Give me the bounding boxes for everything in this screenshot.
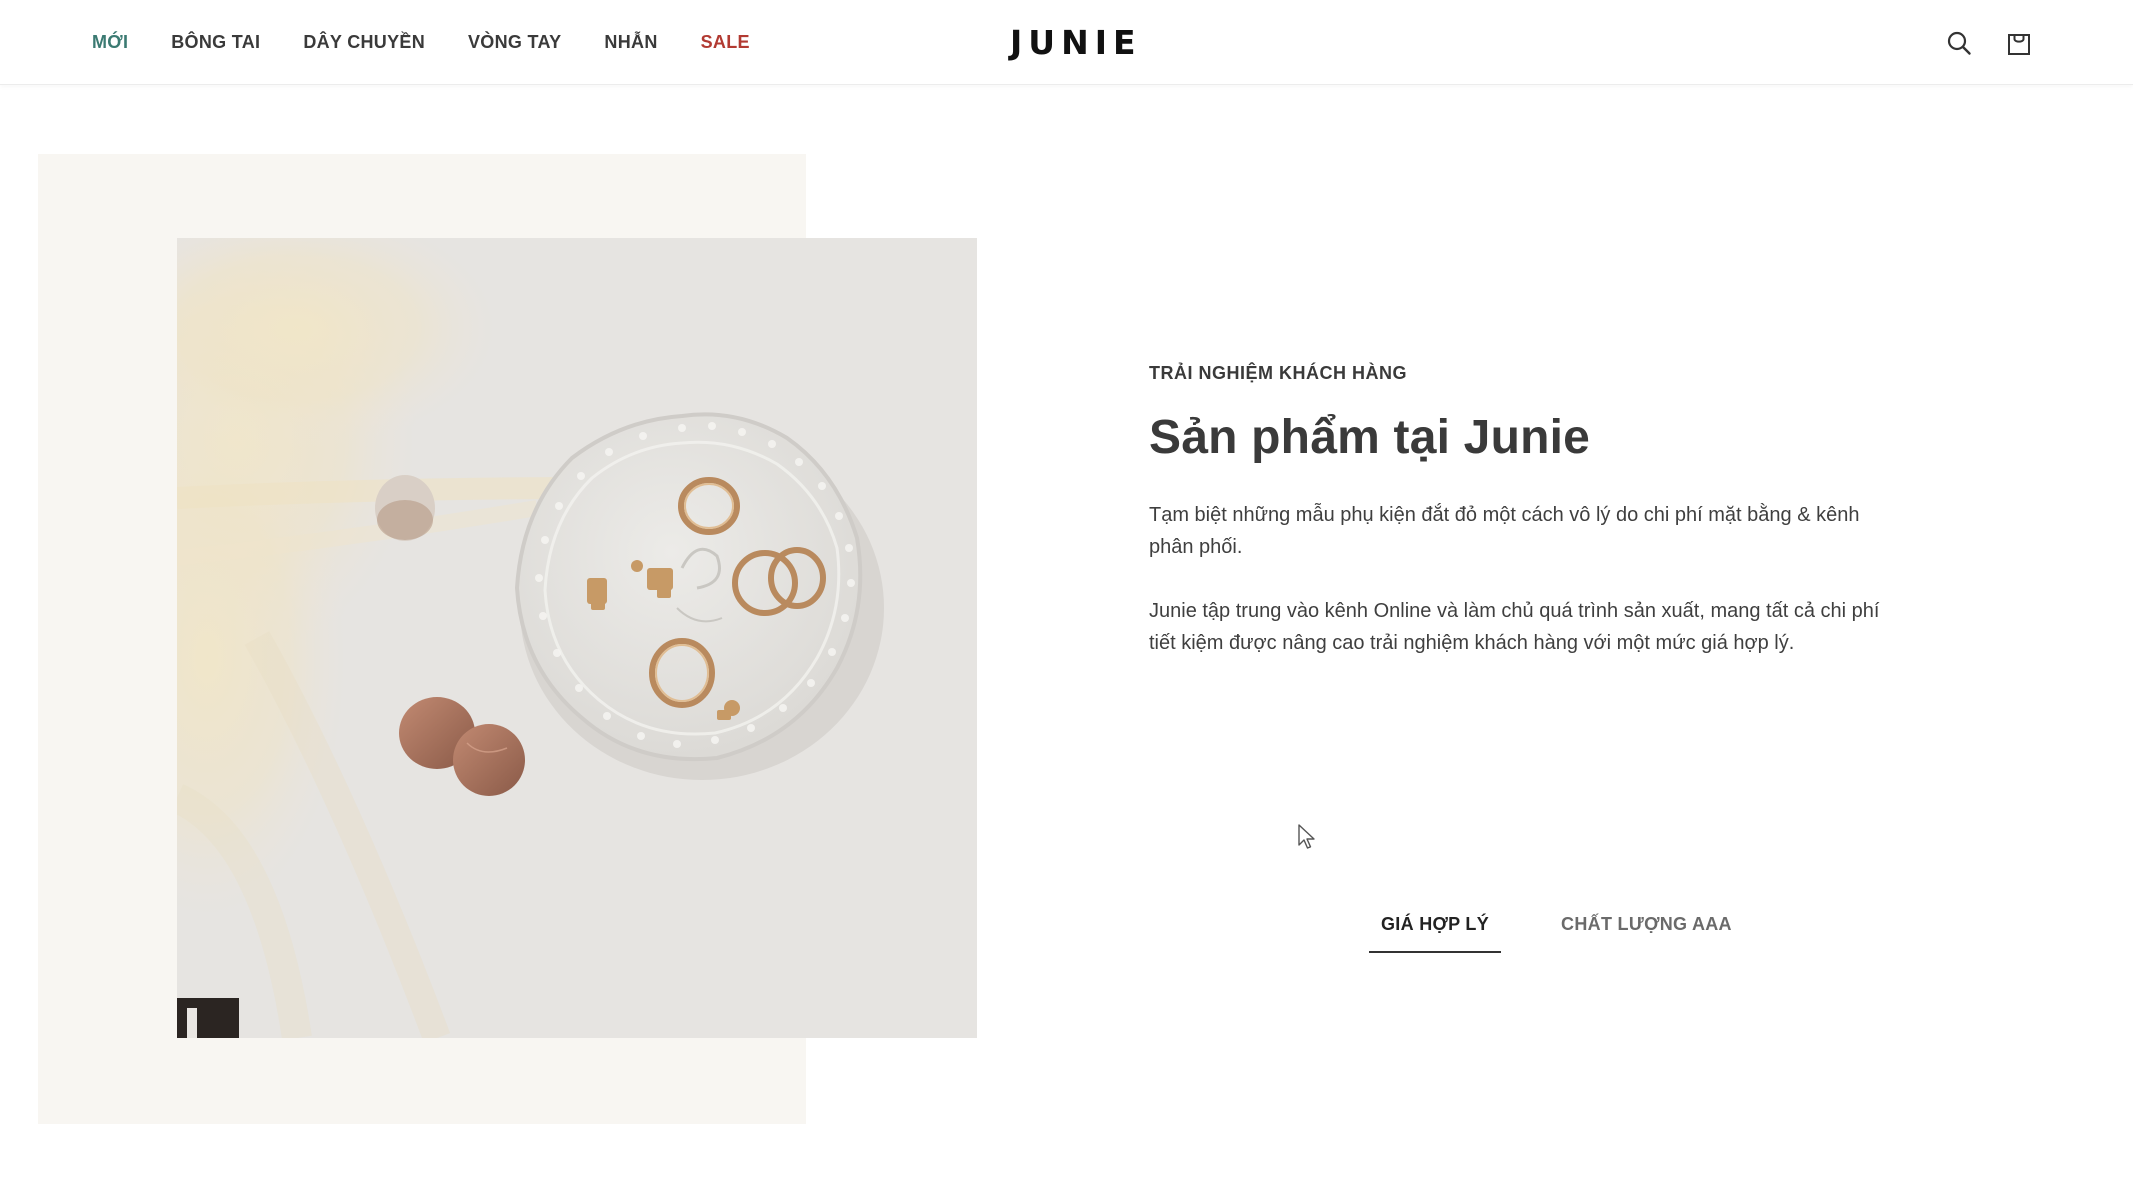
section-title: Sản phẩm tại Junie — [1149, 411, 1591, 464]
nav-item-moi[interactable]: MỚI — [92, 32, 128, 53]
nav-item-day-chuyen[interactable]: DÂY CHUYỀN — [303, 32, 425, 53]
site-header: MỚI BÔNG TAI DÂY CHUYỀN VÒNG TAY NHẪN SA… — [0, 0, 2133, 85]
paragraph-2: Junie tập trung vào kênh Online và làm c… — [1149, 600, 1880, 654]
shopping-bag-icon[interactable] — [2005, 29, 2033, 57]
nav-item-bong-tai[interactable]: BÔNG TAI — [171, 32, 260, 53]
tab-gia-hop-ly[interactable]: GIÁ HỢP LÝ — [1369, 900, 1502, 953]
section-eyebrow: TRẢI NGHIỆM KHÁCH HÀNG — [1149, 363, 1407, 383]
header-actions — [1945, 0, 2033, 85]
feature-tabs: GIÁ HỢP LÝ CHẤT LƯỢNG AAA — [1369, 900, 1744, 953]
main-nav: MỚI BÔNG TAI DÂY CHUYỀN VÒNG TAY NHẪN SA… — [92, 0, 793, 85]
nav-item-vong-tay[interactable]: VÒNG TAY — [468, 32, 561, 53]
nav-item-nhan[interactable]: NHẪN — [604, 32, 657, 53]
nav-item-sale[interactable]: SALE — [701, 32, 750, 53]
paragraph-1: Tạm biệt những mẫu phụ kiện đắt đỏ một c… — [1149, 504, 1860, 558]
tab-chat-luong-aaa[interactable]: CHẤT LƯỢNG AAA — [1549, 900, 1744, 953]
search-icon[interactable] — [1945, 29, 1973, 57]
site-logo[interactable]: JUNIE — [1010, 0, 1142, 85]
mouse-cursor-icon — [1297, 823, 1317, 856]
jewelry-dish-photo — [177, 238, 977, 1038]
customer-experience-section: TRẢI NGHIỆM KHÁCH HÀNG Sản phẩm tại Juni… — [1149, 363, 1889, 659]
